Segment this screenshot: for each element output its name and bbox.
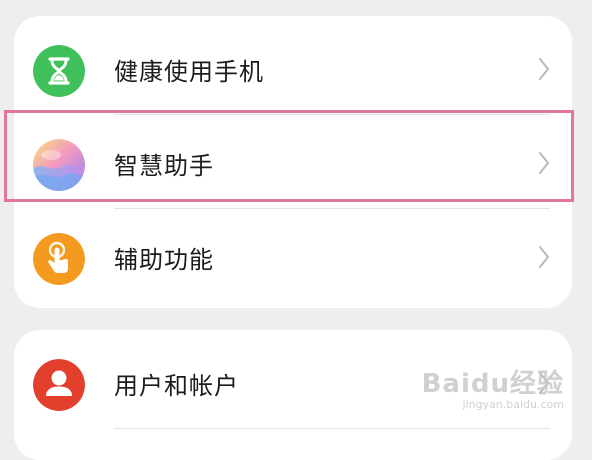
watermark-main: Baidu经验 <box>421 369 564 399</box>
hand-tap-icon <box>33 233 85 285</box>
chevron-right-icon <box>538 151 550 175</box>
chevron-right-icon <box>538 245 550 269</box>
chevron-right-icon <box>538 57 550 81</box>
settings-card-1: 健康使用手机 智慧助手 辅助功能 <box>14 16 572 308</box>
setting-label: 用户和帐户 <box>114 371 239 400</box>
setting-label: 智慧助手 <box>114 151 214 180</box>
setting-row-digital-balance[interactable]: 健康使用手机 <box>14 22 572 116</box>
setting-row-accessibility[interactable]: 辅助功能 <box>14 210 572 304</box>
setting-row-smart-assistant[interactable]: 智慧助手 <box>14 116 572 210</box>
divider <box>114 114 550 115</box>
assistant-orb-icon <box>33 139 85 191</box>
divider <box>114 208 550 209</box>
setting-label: 辅助功能 <box>114 245 214 274</box>
watermark: Baidu经验 jingyan.baidu.com <box>422 363 564 411</box>
hourglass-icon <box>33 45 85 97</box>
user-icon <box>33 359 85 411</box>
setting-label: 健康使用手机 <box>114 57 264 86</box>
divider <box>114 428 550 429</box>
